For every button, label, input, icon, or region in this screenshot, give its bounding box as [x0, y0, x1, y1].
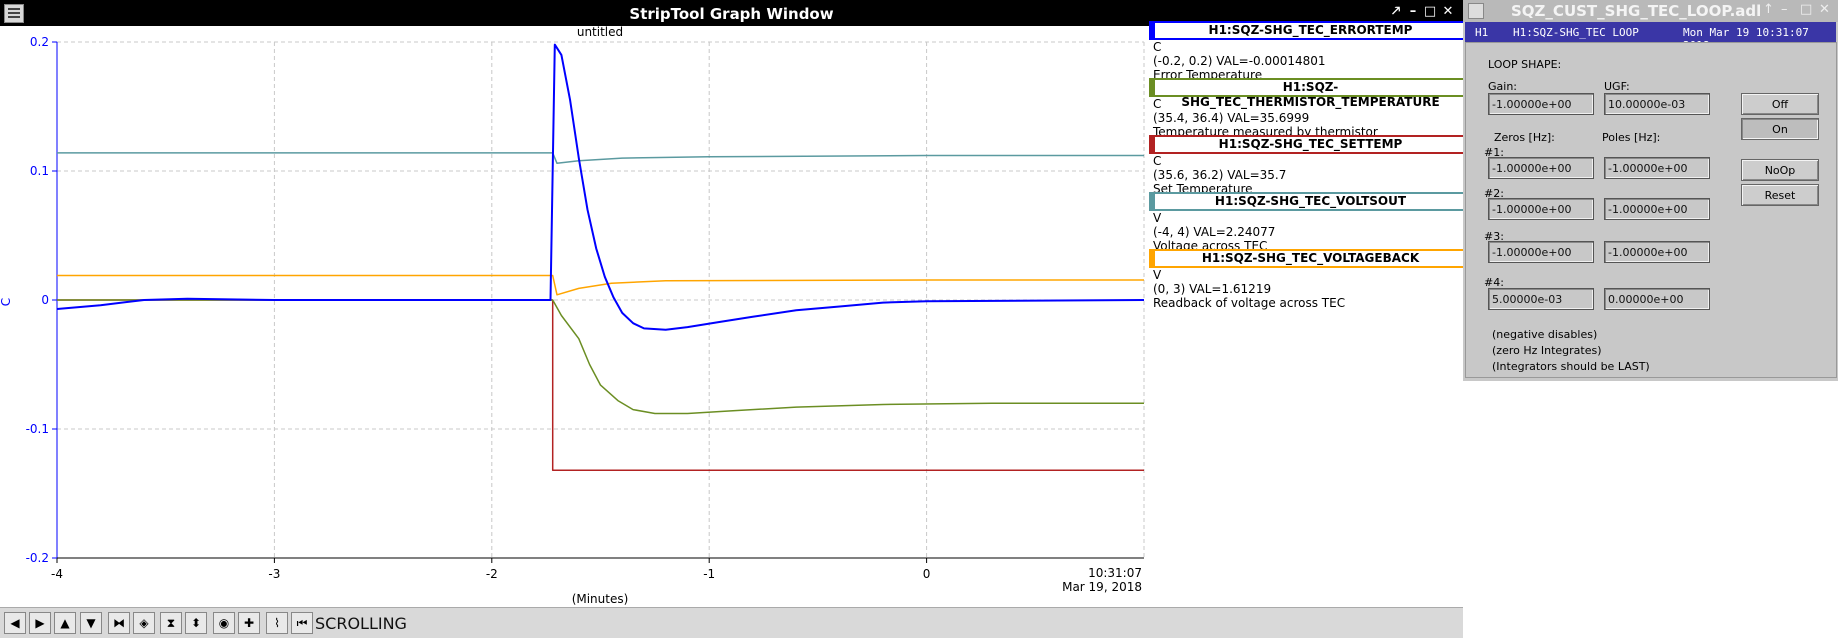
- note-integrators-last: (Integrators should be LAST): [1492, 360, 1650, 373]
- arrow-up-icon[interactable]: ▲: [54, 612, 76, 634]
- panel-header: H1 H1:SQZ-SHG_TEC LOOP Mon Mar 19 10:31:…: [1465, 22, 1836, 52]
- graph-title: untitled: [577, 26, 623, 39]
- off-button[interactable]: Off: [1741, 93, 1819, 115]
- zoom-out-x-icon[interactable]: ◈: [133, 612, 155, 634]
- zeros-label: Zeros [Hz]:: [1494, 131, 1555, 144]
- zero-1-field[interactable]: -1.00000e+00: [1488, 157, 1594, 179]
- legend-description: Readback of voltage across TEC: [1153, 296, 1346, 310]
- series-line-1: [57, 152, 1144, 165]
- zoom-in-x-icon[interactable]: ⧓: [108, 612, 130, 634]
- chart-axes: [52, 41, 1144, 563]
- legend-channel-button[interactable]: H1:SQZ-SHG_TEC_VOLTSOUT: [1149, 192, 1468, 211]
- autoscale-icon[interactable]: ⌇: [266, 612, 288, 634]
- strip-chart[interactable]: -4 -3 -2 -1 0 0.2 0.1 0 -0.1 -0.2 untitled C (Minute…: [0, 26, 1148, 607]
- gain-field[interactable]: -1.00000e+00: [1488, 93, 1594, 115]
- y-unit-label: C: [0, 298, 13, 306]
- x-tick-label: -2: [486, 567, 498, 581]
- series-line-5: [56, 43, 1145, 331]
- close-icon[interactable]: ✕: [1440, 3, 1456, 21]
- x-axis-label: (Minutes): [572, 592, 629, 606]
- legend-unit: C: [1153, 154, 1162, 168]
- loop-shape-label: LOOP SHAPE:: [1488, 58, 1562, 71]
- panel-ifo-label: H1: [1475, 26, 1489, 39]
- noop-button[interactable]: NoOp: [1741, 159, 1819, 181]
- chart-series: [56, 43, 1145, 472]
- legend-unit: V: [1153, 211, 1162, 225]
- note-zero-integrates: (zero Hz Integrates): [1492, 344, 1602, 357]
- poles-label: Poles [Hz]:: [1602, 131, 1661, 144]
- pole-2-field[interactable]: -1.00000e+00: [1604, 198, 1710, 220]
- zoom-in-y-icon[interactable]: ⧗: [160, 612, 182, 634]
- legend-range-value: (35.6, 36.2) VAL=35.7: [1153, 168, 1287, 182]
- legend-unit: C: [1153, 97, 1162, 111]
- legend-unit: C: [1153, 40, 1162, 54]
- panel-loop-name: H1:SQZ-SHG_TEC LOOP: [1513, 26, 1639, 39]
- current-time: 10:31:07: [1088, 566, 1142, 580]
- legend-channel-button[interactable]: H1:SQZ-SHG_TEC_SETTEMP: [1149, 135, 1468, 154]
- gain-label: Gain:: [1488, 80, 1517, 93]
- zero-4-field[interactable]: 5.00000e-03: [1488, 288, 1594, 310]
- y-tick-label: 0: [41, 293, 49, 307]
- reset-icon[interactable]: ◉: [213, 612, 235, 634]
- reset-button[interactable]: Reset: [1741, 184, 1819, 206]
- legend-range-value: (0, 3) VAL=1.61219: [1153, 282, 1272, 296]
- last-icon[interactable]: ⏮: [291, 612, 313, 634]
- minimize-icon[interactable]: –: [1405, 3, 1421, 21]
- current-date: Mar 19, 2018: [1062, 580, 1142, 594]
- arrow-right-icon[interactable]: ▶: [29, 612, 51, 634]
- legend-channel-button[interactable]: H1:SQZ-SHG_TEC_THERMISTOR_TEMPERATURE: [1149, 78, 1468, 109]
- legend-range-value: (35.4, 36.4) VAL=35.6999: [1153, 111, 1310, 125]
- panel-up-icon[interactable]: ↑: [1763, 2, 1774, 17]
- legend-range-value: (-4, 4) VAL=2.24077: [1153, 225, 1276, 239]
- panel-titlebar: SQZ_CUST_SHG_TEC_LOOP.adl ↑ – □ ✕: [1463, 0, 1838, 22]
- legend-unit: V: [1153, 268, 1162, 282]
- maximize-up-icon[interactable]: 🡕: [1388, 3, 1404, 21]
- y-tick-label: -0.1: [26, 422, 49, 436]
- zero-2-field[interactable]: -1.00000e+00: [1488, 198, 1594, 220]
- loop-shape-panel: SQZ_CUST_SHG_TEC_LOOP.adl ↑ – □ ✕ H1 H1:…: [1463, 0, 1838, 381]
- y-tick-label: 0.2: [30, 35, 49, 49]
- restore-icon[interactable]: □: [1422, 3, 1438, 21]
- panel-body: LOOP SHAPE: Gain: UGF: -1.00000e+00 10.0…: [1465, 42, 1837, 378]
- panel-window-title: SQZ_CUST_SHG_TEC_LOOP.adl: [1511, 2, 1762, 20]
- chart-labels: -4 -3 -2 -1 0 0.2 0.1 0 -0.1 -0.2 untitled C (Minute…: [0, 26, 1142, 606]
- legend-channel-button[interactable]: H1:SQZ-SHG_TEC_VOLTAGEBACK: [1149, 249, 1468, 268]
- pole-1-field[interactable]: -1.00000e+00: [1604, 157, 1710, 179]
- x-tick-label: -4: [51, 567, 63, 581]
- pole-3-field[interactable]: -1.00000e+00: [1604, 241, 1710, 263]
- zoom-out-y-icon[interactable]: ⬍: [185, 612, 207, 634]
- y-tick-label: -0.2: [26, 551, 49, 565]
- ugf-field[interactable]: 10.00000e-03: [1604, 93, 1710, 115]
- x-tick-label: 0: [923, 567, 931, 581]
- legend-range-value: (-0.2, 0.2) VAL=-0.00014801: [1153, 54, 1326, 68]
- panel-window-menu-icon[interactable]: [1468, 3, 1484, 19]
- ugf-label: UGF:: [1604, 80, 1630, 93]
- x-tick-label: -3: [268, 567, 280, 581]
- on-button[interactable]: On: [1741, 118, 1819, 140]
- scroll-mode-label: SCROLLING: [315, 614, 407, 633]
- panel-minimize-icon[interactable]: –: [1781, 2, 1788, 17]
- striptool-toolbar: ◀ ▶ ▲ ▼ ⧓ ◈ ⧗ ⬍ ◉ ✚ ⌇ ⏮ SCROLLING: [0, 607, 1463, 638]
- add-icon[interactable]: ✚: [238, 612, 260, 634]
- arrow-down-icon[interactable]: ▼: [80, 612, 102, 634]
- panel-close-icon[interactable]: ✕: [1819, 2, 1830, 17]
- legend-channel-button[interactable]: H1:SQZ-SHG_TEC_ERRORTEMP: [1149, 21, 1468, 40]
- x-tick-label: -1: [703, 567, 715, 581]
- arrow-left-icon[interactable]: ◀: [4, 612, 26, 634]
- panel-restore-icon[interactable]: □: [1800, 2, 1812, 17]
- pole-4-field[interactable]: 0.00000e+00: [1604, 288, 1710, 310]
- note-negative-disables: (negative disables): [1492, 328, 1598, 341]
- y-tick-label: 0.1: [30, 164, 49, 178]
- zero-3-field[interactable]: -1.00000e+00: [1488, 241, 1594, 263]
- series-line-2: [57, 274, 1144, 296]
- series-line-4: [57, 299, 1144, 415]
